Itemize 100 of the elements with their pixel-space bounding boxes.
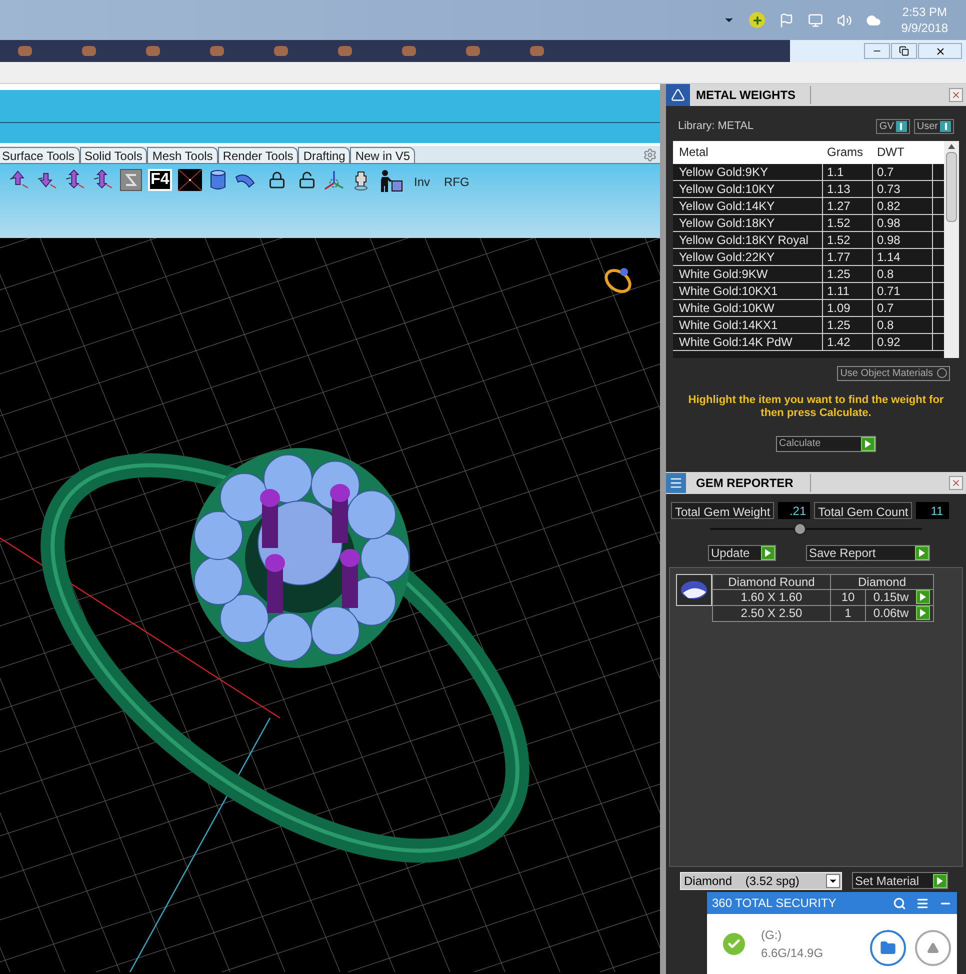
open-folder-button[interactable] <box>870 930 906 966</box>
blurred-task-icon[interactable] <box>146 46 160 56</box>
table-cell: 1.60 X 1.60 <box>713 590 831 604</box>
table-cell[interactable]: Yellow Gold:9KY <box>673 164 823 180</box>
toggle-button[interactable]: User <box>914 118 954 134</box>
table-cell[interactable]: 0.92 <box>873 334 933 350</box>
table-cell[interactable]: 1.25 <box>823 316 873 332</box>
up-down-arrows-icon[interactable] <box>92 169 114 189</box>
table-cell[interactable]: Yellow Gold:18KY Royal <box>673 232 823 248</box>
use-object-materials-toggle[interactable]: Use Object Materials <box>837 366 950 380</box>
search-icon[interactable] <box>893 896 906 910</box>
cloud-icon[interactable] <box>866 12 882 28</box>
f4-key-button[interactable]: F4 <box>148 169 172 191</box>
toolbar-text-button[interactable]: RFG <box>440 173 474 191</box>
blurred-task-icon[interactable] <box>530 46 544 56</box>
table-cell[interactable]: Yellow Gold:22KY <box>673 248 823 264</box>
set-material-button[interactable]: Set Material <box>852 872 948 889</box>
table-cell[interactable]: 0.98 <box>873 214 933 230</box>
table-cell[interactable]: 1.52 <box>823 214 873 230</box>
toolbar-tab[interactable]: Solid Tools <box>80 147 148 163</box>
volume-icon[interactable] <box>837 12 852 28</box>
blurred-task-icon[interactable] <box>466 46 480 56</box>
material-dropdown[interactable]: Diamond (3.52 spg) <box>680 872 842 890</box>
table-cell[interactable]: 1.77 <box>823 248 873 264</box>
drive-usage: 6.6G/14.9G <box>761 945 824 962</box>
table-cell[interactable]: 0.7 <box>873 164 933 180</box>
table-cell[interactable]: 1.27 <box>823 198 873 214</box>
total-weight-label: Total Gem Weight <box>671 502 774 518</box>
axes-icon[interactable] <box>322 169 346 191</box>
table-cell[interactable]: 1.52 <box>823 232 873 248</box>
blurred-task-icon[interactable] <box>274 46 288 56</box>
unlock-icon[interactable] <box>298 171 316 189</box>
restore-button[interactable] <box>891 43 917 59</box>
table-cell[interactable]: 1.42 <box>823 334 873 350</box>
crosshair-tile-icon[interactable] <box>178 169 202 191</box>
toggle-button[interactable]: GV <box>876 118 910 134</box>
table-cell[interactable]: White Gold:14K PdW <box>673 334 823 350</box>
orientation-ring-icon[interactable] <box>604 268 632 293</box>
blurred-task-icon[interactable] <box>402 46 416 56</box>
s-shape-icon[interactable] <box>120 169 142 191</box>
column-header[interactable]: DWT <box>873 143 933 161</box>
hint-text: Highlight the item you want to find the weight for then press Calculate. <box>687 392 945 420</box>
close-icon <box>951 478 961 488</box>
table-cell[interactable]: 0.8 <box>873 316 933 332</box>
table-cell[interactable]: Yellow Gold:10KY <box>673 180 823 196</box>
table-cell[interactable]: 1.11 <box>823 282 873 298</box>
toolbar-tab[interactable]: Render Tools <box>218 147 298 163</box>
column-header[interactable]: Grams <box>823 143 873 161</box>
network-icon[interactable] <box>808 12 824 28</box>
table-cell[interactable]: Yellow Gold:18KY <box>673 214 823 230</box>
toolbar-tab[interactable]: Surface Tools <box>0 147 80 163</box>
table-cell[interactable]: 1.1 <box>823 164 873 180</box>
toolbar-tab[interactable]: Drafting <box>298 147 350 163</box>
toolbar-tab[interactable]: Mesh Tools <box>147 147 218 163</box>
table-cell[interactable]: 0.8 <box>873 266 933 282</box>
table-cell[interactable]: 0.7 <box>873 300 933 316</box>
toolbar-text-button[interactable]: Inv <box>410 173 434 191</box>
blurred-task-icon[interactable] <box>82 46 96 56</box>
scrollbar[interactable] <box>944 140 959 358</box>
calculate-button[interactable]: Calculate <box>776 436 876 452</box>
table-cell[interactable]: 0.73 <box>873 180 933 196</box>
table-cell[interactable]: 0.98 <box>873 232 933 248</box>
table-cell[interactable]: 1.25 <box>823 266 873 282</box>
table-cell[interactable]: White Gold:10KW <box>673 300 823 316</box>
table-cell: 2.50 X 2.50 <box>713 606 831 620</box>
up-down-arrows-icon[interactable] <box>64 169 86 189</box>
popup-title: 360 TOTAL SECURITY <box>712 895 836 912</box>
table-cell[interactable]: Yellow Gold:14KY <box>673 198 823 214</box>
panel-title: GEM REPORTER <box>696 474 811 492</box>
table-cell[interactable]: 1.09 <box>823 300 873 316</box>
column-header[interactable]: Metal <box>673 143 823 161</box>
table-cell[interactable]: White Gold:10KX1 <box>673 282 823 298</box>
blurred-task-icon[interactable] <box>18 46 32 56</box>
report-button[interactable]: Save Report <box>806 544 930 560</box>
flag-icon[interactable] <box>779 12 794 28</box>
menu-icon[interactable] <box>916 896 929 910</box>
worker-icon[interactable] <box>378 169 404 193</box>
list-icon <box>666 472 686 492</box>
restore-icon <box>899 46 909 56</box>
report-button[interactable]: Update <box>708 544 776 560</box>
lock-icon[interactable] <box>268 171 286 189</box>
blurred-task-icon[interactable] <box>210 46 224 56</box>
settings-icon[interactable] <box>643 148 657 162</box>
blurred-task-icon[interactable] <box>338 46 352 56</box>
table-cell[interactable]: White Gold:14KX1 <box>673 316 823 332</box>
close-button[interactable] <box>918 43 962 59</box>
table-cell[interactable]: White Gold:9KW <box>673 266 823 282</box>
drive-label: (G:) <box>761 927 783 944</box>
slider-thumb[interactable] <box>794 522 806 534</box>
toolbar-tab[interactable]: New in V5 <box>350 147 416 163</box>
eject-button[interactable] <box>915 930 951 966</box>
scrollbar-thumb[interactable] <box>946 152 957 222</box>
cylinder-icon[interactable] <box>208 169 228 191</box>
arrow-up-icon[interactable] <box>8 169 30 189</box>
table-cell[interactable]: 1.14 <box>873 248 933 264</box>
scroll-up-arrow-icon[interactable] <box>948 144 955 148</box>
table-cell[interactable]: 0.82 <box>873 198 933 214</box>
table-cell[interactable]: 1.13 <box>823 180 873 196</box>
table-cell[interactable]: 0.71 <box>873 282 933 298</box>
plus-badge-icon[interactable] <box>749 12 766 28</box>
